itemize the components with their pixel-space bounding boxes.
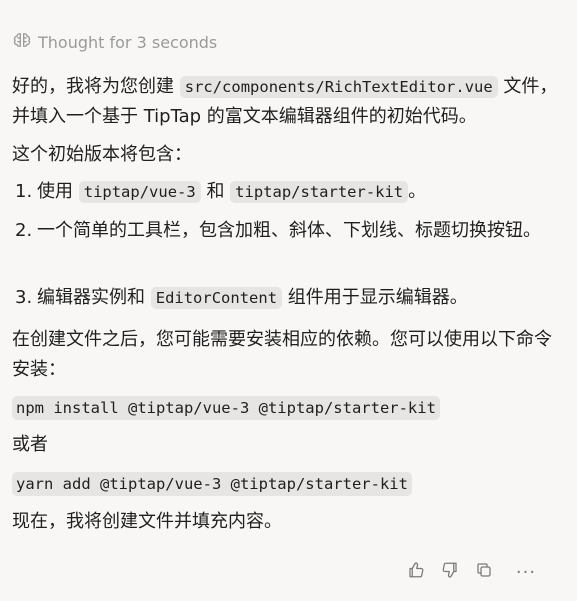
thumbs-down-icon: [441, 561, 459, 583]
more-options-button[interactable]: ···: [515, 561, 537, 583]
list-item: 3. 编辑器实例和 EditorContent 组件用于显示编辑器。: [15, 287, 468, 309]
yarn-command: yarn add @tiptap/vue-3 @tiptap/starter-k…: [12, 472, 412, 496]
list-item: 2. 一个简单的工具栏，包含加粗、斜体、下划线、标题切换按钮。: [15, 220, 541, 241]
thumbs-up-icon: [407, 561, 425, 583]
thought-toggle[interactable]: Thought for 3 seconds: [12, 30, 217, 54]
list-item: 1. 使用 tiptap/vue-3 和 tiptap/starter-kit。: [15, 181, 427, 203]
npm-command: npm install @tiptap/vue-3 @tiptap/starte…: [12, 396, 440, 420]
closing-paragraph: 现在，我将创建文件并填充内容。: [12, 511, 282, 532]
thumbs-up-button[interactable]: [406, 562, 426, 582]
intro-paragraph: 好的，我将为您创建 src/components/RichTextEditor.…: [12, 76, 558, 127]
contains-label: 这个初始版本将包含：: [12, 144, 192, 165]
file-path-code: src/components/RichTextEditor.vue: [179, 76, 498, 98]
thought-label: Thought for 3 seconds: [38, 32, 218, 52]
message-actions: ···: [406, 561, 537, 583]
copy-button[interactable]: [474, 562, 494, 582]
copy-icon: [475, 561, 493, 583]
package-code: tiptap/vue-3: [78, 181, 201, 203]
package-code: tiptap/starter-kit: [230, 181, 409, 203]
brain-icon: [12, 30, 32, 54]
more-dots-icon: ···: [515, 561, 537, 583]
component-code: EditorContent: [150, 287, 283, 309]
install-note: 在创建文件之后，您可能需要安装相应的依赖。您可以使用以下命令安装：: [12, 329, 552, 380]
or-label: 或者: [12, 434, 48, 455]
thumbs-down-button[interactable]: [440, 562, 460, 582]
